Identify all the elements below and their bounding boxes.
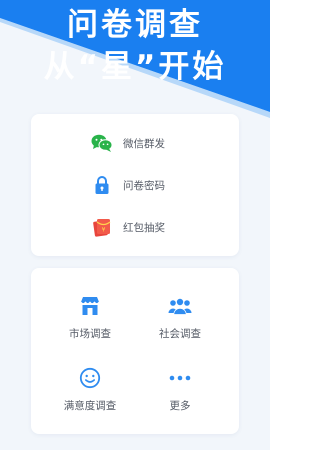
more-dots-icon [168,366,192,390]
social-survey-item[interactable]: 社会调查 [135,294,225,356]
market-survey-label: 市场调查 [69,328,111,340]
satisfaction-survey-label: 满意度调查 [63,400,117,412]
satisfaction-survey-item[interactable]: 满意度调查 [45,366,135,428]
red-packet-lottery-label: 红包抽奖 [123,221,165,234]
wechat-broadcast-item[interactable]: 微信群发 [31,128,239,158]
more-label: 更多 [169,400,191,412]
market-survey-item[interactable]: 市场调查 [45,294,135,356]
store-icon [78,294,102,318]
red-packet-lottery-item[interactable]: ¥ 红包抽奖 [31,212,239,242]
survey-password-item[interactable]: 问卷密码 [31,170,239,200]
lock-icon [91,174,113,196]
survey-types-card: 市场调查 社会调查 满意度调查 更多 [31,268,239,434]
social-survey-label: 社会调查 [159,328,201,340]
app-screen: 问卷调查 从“星”开始 微信群发 问卷密码 ¥ 红包抽奖 市场调查 社会调查 满… [0,0,270,450]
people-icon [168,294,192,318]
svg-text:¥: ¥ [102,227,106,234]
wechat-icon [91,132,113,154]
red-packet-icon: ¥ [91,216,113,238]
survey-password-label: 问卷密码 [123,179,165,192]
more-item[interactable]: 更多 [135,366,225,428]
hero-subtitle: 从“星”开始 [43,49,227,85]
share-options-card: 微信群发 问卷密码 ¥ 红包抽奖 [31,114,239,256]
smiley-icon [78,366,102,390]
wechat-broadcast-label: 微信群发 [123,137,165,150]
hero-title: 问卷调查 [67,7,203,43]
